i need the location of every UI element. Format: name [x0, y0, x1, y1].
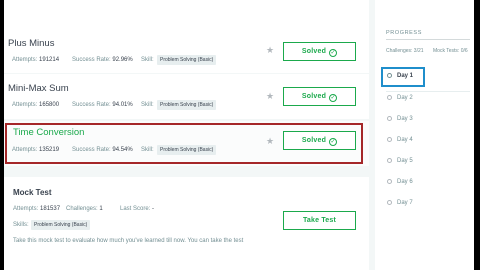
mock-test-description: Take this mock test to evaluate how much…	[13, 238, 244, 244]
mock-tests-progress: Mock Tests: 0/6	[433, 48, 468, 54]
day-5-item[interactable]: Day 5	[387, 158, 413, 164]
mock-attempts-stat: Attempts: 181537	[13, 206, 61, 212]
circle-icon	[387, 73, 392, 78]
challenges-progress: Challenges: 3/21	[386, 48, 424, 54]
skill-label: Skill:	[141, 147, 154, 153]
progress-track	[386, 39, 470, 40]
challenge-title[interactable]: Plus Minus	[8, 38, 54, 49]
take-test-button[interactable]: Take Test	[283, 211, 356, 230]
page: Plus Minus Attempts: 191214 Success Rate…	[0, 0, 480, 270]
star-icon[interactable]: ★	[266, 46, 274, 55]
day-7-item[interactable]: Day 7	[387, 200, 413, 206]
success-rate-stat: Success Rate: 92.96%	[72, 57, 133, 63]
check-circle-icon: ✓	[329, 94, 338, 102]
progress-sidebar	[375, 0, 474, 270]
circle-icon	[387, 158, 392, 163]
skill-label: Skill:	[141, 102, 154, 108]
challenge-title[interactable]: Time Conversion	[13, 127, 84, 138]
attempts-stat: Attempts: 135219	[12, 147, 60, 153]
circle-icon	[387, 137, 392, 142]
day-2-item[interactable]: Day 2	[387, 95, 413, 101]
mock-challenges-stat: Challenges: 1	[66, 206, 103, 212]
circle-icon	[387, 116, 392, 121]
mock-last-score-stat: Last Score: -	[120, 206, 155, 212]
solved-button[interactable]: Solved ✓	[283, 131, 356, 150]
success-rate-stat: Success Rate: 94.01%	[72, 102, 133, 108]
skill-chip[interactable]: Problem Solving (Basic)	[157, 145, 217, 155]
attempts-stat: Attempts: 191214	[12, 57, 60, 63]
challenge-title[interactable]: Mini-Max Sum	[8, 83, 69, 94]
star-icon[interactable]: ★	[266, 92, 274, 101]
progress-heading: PROGRESS	[386, 30, 422, 36]
right-letterbox	[474, 0, 480, 270]
check-circle-icon: ✓	[329, 49, 338, 57]
skill-chip[interactable]: Problem Solving (Basic)	[157, 100, 217, 110]
mock-skills-label: Skills:	[13, 222, 29, 228]
day-3-item[interactable]: Day 3	[387, 116, 413, 122]
skill-label: Skill:	[141, 57, 154, 63]
star-icon[interactable]: ★	[266, 137, 274, 146]
mock-test-title: Mock Test	[13, 188, 52, 197]
circle-icon	[387, 200, 392, 205]
solved-button[interactable]: Solved ✓	[283, 87, 356, 106]
success-rate-stat: Success Rate: 94.54%	[72, 147, 133, 153]
check-circle-icon: ✓	[329, 138, 338, 146]
attempts-stat: Attempts: 165800	[12, 102, 60, 108]
divider	[386, 91, 470, 92]
solved-button[interactable]: Solved ✓	[283, 42, 356, 61]
day-1-item[interactable]: Day 1	[387, 73, 413, 79]
day-6-item[interactable]: Day 6	[387, 179, 413, 185]
skill-chip[interactable]: Problem Solving (Basic)	[157, 55, 217, 65]
circle-icon	[387, 179, 392, 184]
skill-chip[interactable]: Problem Solving (Basic)	[31, 220, 91, 230]
day-4-item[interactable]: Day 4	[387, 137, 413, 143]
circle-icon	[387, 95, 392, 100]
